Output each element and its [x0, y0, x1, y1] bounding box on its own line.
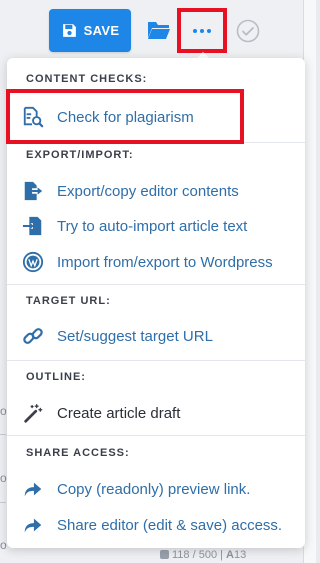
save-label: SAVE: [83, 23, 120, 38]
open-folder-button[interactable]: [147, 19, 171, 41]
menu-item-label: Set/suggest target URL: [57, 327, 213, 345]
plagiarism-item-highlight: [6, 89, 244, 144]
menu-item-label: Import from/export to Wordpress: [57, 253, 273, 271]
menu-item-label: Share editor (edit & save) access.: [57, 516, 283, 534]
save-button[interactable]: SAVE: [49, 9, 131, 52]
font-size-value: 13: [234, 549, 247, 561]
menu-item-label: Copy (readonly) preview link.: [57, 480, 251, 498]
more-options-button[interactable]: [181, 12, 223, 49]
background-divider: [0, 502, 6, 503]
background-text-fragment: o: [0, 404, 7, 418]
section-title-target-url: TARGET URL:: [26, 295, 111, 307]
menu-item-auto-import[interactable]: Try to auto-import article text: [22, 212, 247, 240]
folder-open-icon: [148, 22, 170, 39]
import-arrow-icon: [22, 215, 44, 237]
section-title-outline: OUTLINE:: [26, 371, 86, 383]
menu-item-label: Try to auto-import article text: [57, 217, 248, 235]
ellipsis-dot: [207, 28, 211, 33]
menu-item-share-editor[interactable]: Share editor (edit & save) access.: [22, 511, 282, 539]
ellipsis-icon: [193, 28, 197, 33]
word-count-stats: 118 / 500 | A13: [160, 549, 246, 561]
check-button[interactable]: [236, 19, 260, 43]
share-arrow-icon: [22, 478, 44, 500]
word-count: 118 / 500: [172, 549, 218, 561]
link-icon: [22, 325, 44, 347]
menu-item-label: Export/copy editor contents: [57, 182, 239, 200]
menu-item-export-copy[interactable]: Export/copy editor contents: [22, 177, 239, 205]
section-title-share-access: SHARE ACCESS:: [26, 447, 130, 459]
export-arrow-icon: [22, 180, 44, 202]
menu-item-label: Create article draft: [57, 404, 181, 422]
menu-divider: [7, 284, 305, 285]
menu-item-wordpress[interactable]: Import from/export to Wordpress: [22, 248, 273, 276]
ellipsis-dot: [200, 28, 204, 33]
background-text-fragment: o: [0, 538, 7, 552]
menu-divider: [7, 435, 305, 436]
check-circle-icon: [236, 19, 260, 43]
menu-divider: [7, 360, 305, 361]
menu-item-copy-preview-link[interactable]: Copy (readonly) preview link.: [22, 475, 250, 503]
background-divider: [0, 434, 6, 435]
stats-separator: |: [220, 549, 223, 561]
section-title-export-import: EXPORT/IMPORT:: [26, 149, 134, 161]
magic-wand-icon: [22, 402, 44, 424]
background-text-fragment: o: [0, 471, 7, 485]
section-title-content-checks: CONTENT CHECKS:: [26, 73, 148, 85]
font-size-icon: A: [226, 549, 234, 561]
menu-item-create-draft[interactable]: Create article draft: [22, 399, 180, 427]
stats-icon: [160, 550, 169, 559]
share-arrow-icon: [22, 514, 44, 536]
menu-item-target-url[interactable]: Set/suggest target URL: [22, 322, 213, 350]
floppy-disk-icon: [62, 24, 76, 37]
app-page: o o o 118 / 500 | A13 SAVE CONTENT CHECK…: [0, 0, 316, 563]
wordpress-icon: [22, 251, 44, 273]
